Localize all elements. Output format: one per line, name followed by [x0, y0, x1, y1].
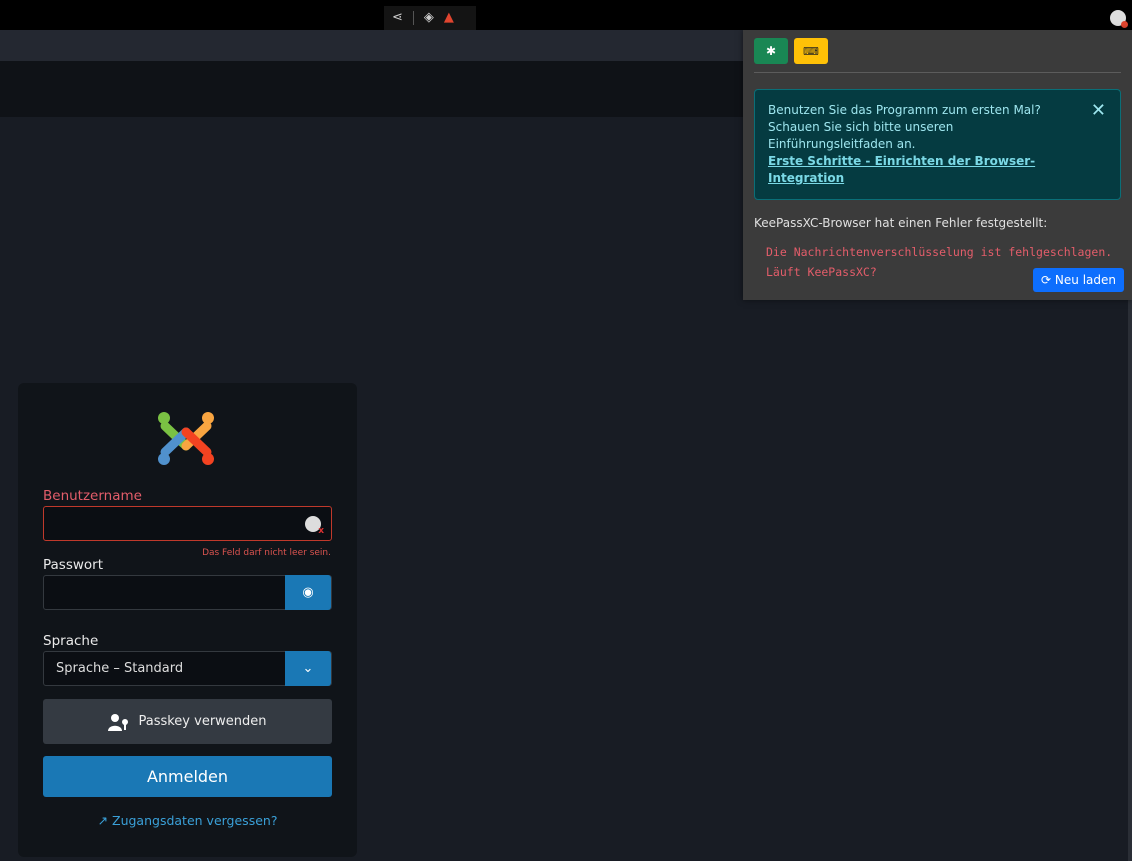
- settings-button[interactable]: ✱: [754, 38, 788, 64]
- password-generator-button[interactable]: ⌨: [794, 38, 828, 64]
- eye-icon: ◉: [302, 585, 314, 600]
- getting-started-alert: Benutzen Sie das Programm zum ersten Mal…: [754, 89, 1121, 200]
- external-link-icon: ↗: [97, 813, 109, 828]
- info-text: Benutzen Sie das Programm zum ersten Mal…: [768, 103, 1041, 151]
- getting-started-link[interactable]: Erste Schritte - Einrichten der Browser-…: [768, 153, 1072, 187]
- shield-icon[interactable]: ◈: [424, 6, 434, 30]
- keepassxc-extension-icon[interactable]: [1110, 10, 1128, 28]
- popup-toolbar: ✱ ⌨: [754, 38, 1121, 66]
- username-field[interactable]: [43, 506, 332, 541]
- passkey-label: Passkey verwenden: [138, 714, 267, 729]
- gear-icon: ✱: [765, 44, 777, 58]
- browser-toolbar: ⋖ ◈ ▲: [0, 6, 1132, 30]
- refresh-icon: ⟳: [1041, 273, 1052, 287]
- password-field[interactable]: ◉: [43, 575, 332, 610]
- toolbar-separator: [412, 11, 414, 25]
- chevron-down-icon: ⌄: [302, 661, 314, 676]
- password-label: Passwort: [43, 557, 104, 573]
- reload-label: Neu laden: [1054, 273, 1116, 287]
- forgot-credentials-link[interactable]: ↗ Zugangsdaten vergessen?: [18, 813, 357, 828]
- keepassxc-popup: ✱ ⌨ Benutzen Sie das Programm zum ersten…: [743, 30, 1132, 300]
- forgot-label: Zugangsdaten vergessen?: [112, 813, 278, 828]
- show-password-button[interactable]: ◉: [285, 575, 331, 610]
- language-select[interactable]: Sprache – Standard ⌄: [43, 651, 332, 686]
- popup-divider: [754, 72, 1121, 73]
- login-button[interactable]: Anmelden: [43, 756, 332, 797]
- language-label: Sprache: [43, 633, 99, 649]
- username-input[interactable]: [44, 507, 331, 540]
- error-title: KeePassXC-Browser hat einen Fehler festg…: [754, 216, 1048, 230]
- error-line-1: Die Nachrichtenverschlüsselung ist fehlg…: [766, 245, 1113, 259]
- username-label: Benutzername: [43, 488, 142, 504]
- language-selected: Sprache – Standard: [56, 661, 184, 676]
- close-icon[interactable]: ✕: [1091, 102, 1106, 120]
- language-dropdown-button[interactable]: ⌄: [285, 651, 331, 686]
- user-key-icon: [108, 713, 129, 731]
- login-card: Benutzername Das Feld darf nicht leer se…: [18, 383, 357, 857]
- browser-extension-icons: ⋖ ◈ ▲: [384, 6, 476, 30]
- passkey-button[interactable]: Passkey verwenden: [43, 699, 332, 744]
- reload-button[interactable]: ⟳ Neu laden: [1033, 268, 1124, 292]
- keyboard-icon: ⌨: [803, 44, 819, 58]
- joomla-logo-icon: [158, 412, 214, 465]
- share-icon[interactable]: ⋖: [392, 6, 403, 30]
- triangle-icon[interactable]: ▲: [444, 6, 454, 30]
- username-error: Das Feld darf nicht leer sein.: [202, 548, 331, 558]
- keepassxc-field-icon[interactable]: [305, 516, 324, 536]
